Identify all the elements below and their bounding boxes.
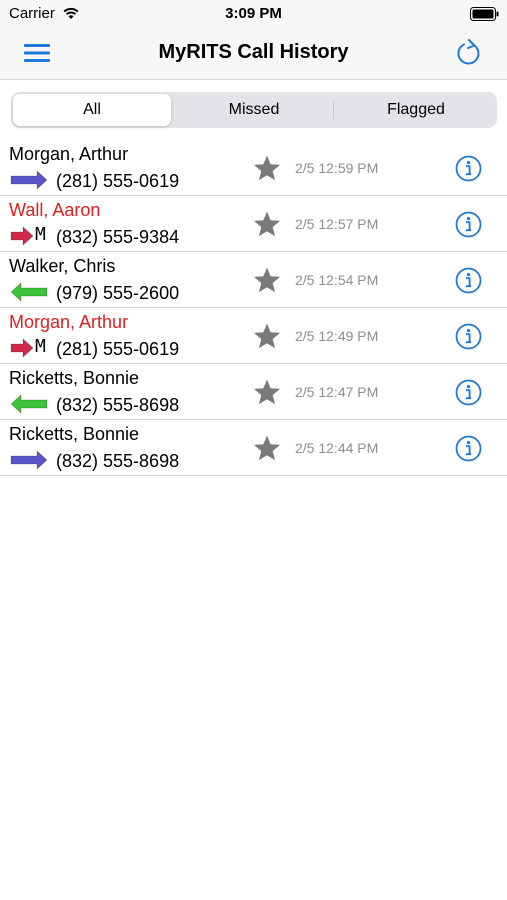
phone-number: (832) 555-9384	[56, 227, 180, 247]
caller-name: Ricketts, Bonnie	[9, 368, 140, 388]
caller-name: Wall, Aaron	[9, 200, 101, 220]
phone-number: (832) 555-8698	[56, 451, 180, 471]
tab-flagged[interactable]: Flagged	[337, 94, 495, 126]
call-row[interactable]: Wall, Aaron M (832) 555-9384 2/5 12:57 PM	[0, 196, 507, 252]
info-icon[interactable]	[455, 155, 482, 182]
phone-number: (832) 555-8698	[56, 395, 180, 415]
mobile-indicator: M	[35, 336, 46, 357]
call-time: 2/5 12:49 PM	[295, 328, 379, 344]
incoming-arrow-icon	[10, 282, 48, 302]
call-row[interactable]: Morgan, Arthur M (281) 555-0619 2/5 12:49 P…	[0, 308, 507, 364]
caller-name: Ricketts, Bonnie	[9, 424, 140, 444]
flag-star-icon[interactable]	[253, 210, 281, 238]
outgoing-arrow-icon	[10, 450, 48, 470]
call-row[interactable]: Ricketts, Bonnie (832) 555-8698 2/5 12:47 …	[0, 364, 507, 420]
call-row[interactable]: Morgan, Arthur (281) 555-0619 2/5 12:59 PM	[0, 140, 507, 196]
segment-divider	[333, 101, 334, 119]
outgoing-arrow-icon	[10, 170, 48, 190]
flag-star-icon[interactable]	[253, 434, 281, 462]
incoming-arrow-icon	[10, 394, 48, 414]
call-time: 2/5 12:44 PM	[295, 440, 379, 456]
call-time: 2/5 12:47 PM	[295, 384, 379, 400]
flag-star-icon[interactable]	[253, 154, 281, 182]
info-icon[interactable]	[455, 435, 482, 462]
caller-name: Walker, Chris	[9, 256, 116, 276]
mobile-indicator: M	[35, 224, 46, 245]
phone-number: (281) 555-0619	[56, 171, 180, 191]
flag-star-icon[interactable]	[253, 378, 281, 406]
info-icon[interactable]	[455, 379, 482, 406]
refresh-icon[interactable]	[455, 38, 483, 68]
caller-name: Morgan, Arthur	[9, 144, 129, 164]
phone-number: (281) 555-0619	[56, 339, 180, 359]
flag-star-icon[interactable]	[253, 266, 281, 294]
nav-bar: MyRITS Call History	[0, 28, 507, 80]
call-time: 2/5 12:59 PM	[295, 160, 379, 176]
call-time: 2/5 12:54 PM	[295, 272, 379, 288]
tab-missed[interactable]: Missed	[175, 94, 333, 126]
info-icon[interactable]	[455, 323, 482, 350]
flag-star-icon[interactable]	[253, 322, 281, 350]
status-bar: Carrier 3:09 PM	[0, 0, 507, 28]
call-row[interactable]: Walker, Chris (979) 555-2600 2/5 12:54 PM	[0, 252, 507, 308]
status-time: 3:09 PM	[225, 5, 282, 22]
call-history-list: Morgan, Arthur (281) 555-0619 2/5 12:59 PM…	[0, 140, 507, 476]
caller-name: Morgan, Arthur	[9, 312, 129, 332]
battery-icon	[470, 7, 499, 21]
info-icon[interactable]	[455, 211, 482, 238]
phone-number: (979) 555-2600	[56, 283, 180, 303]
call-filter-segmented-control: All Missed Flagged	[11, 92, 497, 128]
info-icon[interactable]	[455, 267, 482, 294]
page-title: MyRITS Call History	[158, 41, 349, 63]
call-time: 2/5 12:57 PM	[295, 216, 379, 232]
call-row[interactable]: Ricketts, Bonnie (832) 555-8698 2/5 12:44 …	[0, 420, 507, 476]
tab-all[interactable]: All	[13, 94, 171, 126]
